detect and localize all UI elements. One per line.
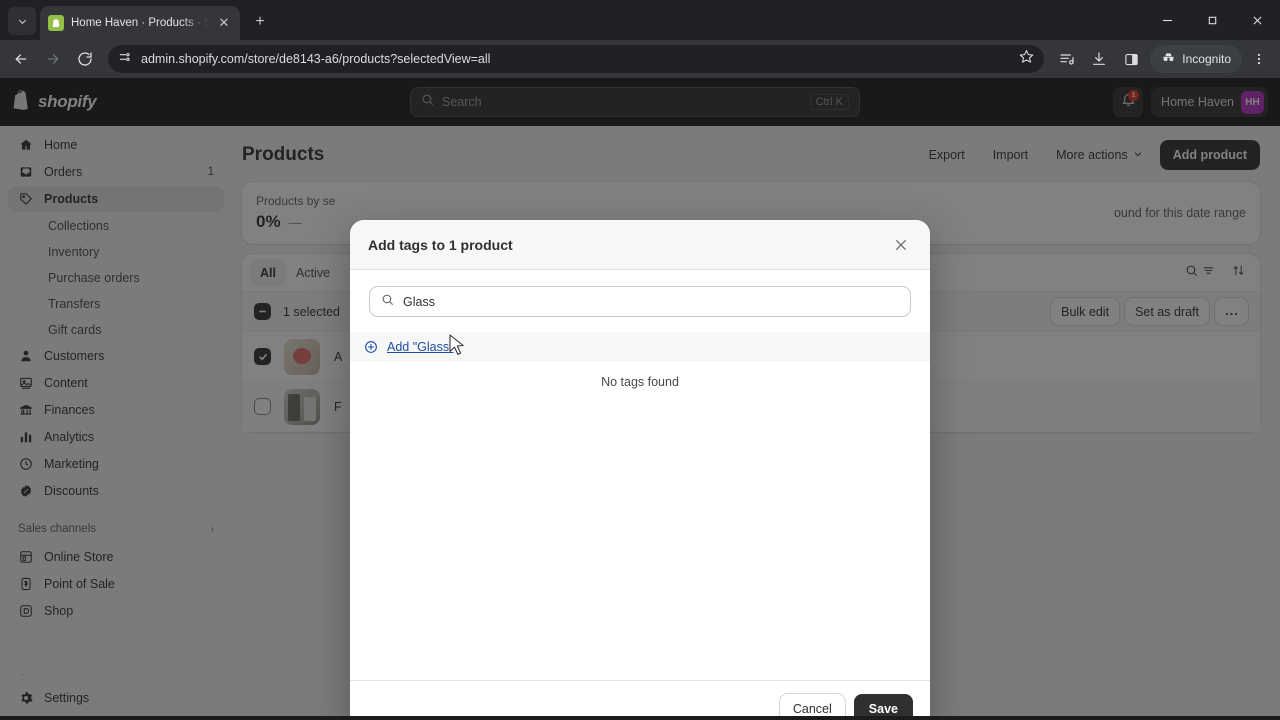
address-bar-url: admin.shopify.com/store/de8143-a6/produc… (141, 52, 491, 66)
browser-tabstrip: Home Haven · Products · Shopi ✕ + (0, 0, 1280, 40)
browser-window: Home Haven · Products · Shopi ✕ + (0, 0, 1280, 720)
minimize-icon[interactable] (1145, 0, 1190, 40)
incognito-indicator[interactable]: Incognito (1150, 45, 1242, 73)
save-label: Save (868, 701, 898, 716)
window-controls (1145, 0, 1280, 40)
shopify-favicon (48, 15, 64, 31)
address-bar[interactable]: admin.shopify.com/store/de8143-a6/produc… (108, 45, 1045, 73)
browser-tab[interactable]: Home Haven · Products · Shopi ✕ (40, 6, 240, 40)
cancel-label: Cancel (792, 701, 832, 716)
add-tag-option[interactable]: Add "Glass" (350, 332, 930, 362)
search-icon (381, 293, 394, 311)
window-close-icon[interactable] (1235, 0, 1280, 40)
modal-title: Add tags to 1 product (368, 236, 513, 253)
incognito-icon (1161, 51, 1176, 68)
empty-state-text: No tags found (601, 375, 679, 389)
maximize-icon[interactable] (1190, 0, 1235, 40)
os-taskbar (0, 716, 1280, 720)
close-icon[interactable]: ✕ (216, 15, 232, 31)
reload-icon[interactable] (70, 44, 100, 74)
add-tag-label: Add "Glass" (387, 340, 454, 354)
modal-body: Glass Add "Glass" No tags found (350, 270, 930, 680)
plus-circle-icon (364, 340, 378, 354)
page-viewport: shopify Search Ctrl K 1 Home Haven (0, 78, 1280, 720)
three-dot-menu-icon[interactable] (1244, 44, 1274, 74)
close-icon[interactable] (888, 232, 914, 258)
modal-footer: Cancel Save (350, 680, 930, 720)
bookmark-star-icon[interactable] (1019, 49, 1034, 69)
modal-header: Add tags to 1 product (350, 220, 930, 270)
tab-search-button[interactable] (8, 7, 36, 35)
downloads-icon[interactable] (1084, 44, 1114, 74)
incognito-label: Incognito (1182, 52, 1231, 66)
tag-search-value: Glass (403, 294, 435, 309)
side-panel-icon[interactable] (1116, 44, 1146, 74)
tag-search-input[interactable]: Glass (369, 286, 911, 317)
browser-toolbar: admin.shopify.com/store/de8143-a6/produc… (0, 40, 1280, 78)
tab-title: Home Haven · Products · Shopi (71, 17, 209, 29)
new-tab-button[interactable]: + (246, 8, 274, 36)
forward-arrow-icon[interactable] (38, 44, 68, 74)
back-arrow-icon[interactable] (6, 44, 36, 74)
reading-list-icon[interactable] (1052, 44, 1082, 74)
add-tags-modal: Add tags to 1 product Glass Add "Glass" (350, 220, 930, 720)
page-info-icon[interactable] (118, 50, 132, 69)
